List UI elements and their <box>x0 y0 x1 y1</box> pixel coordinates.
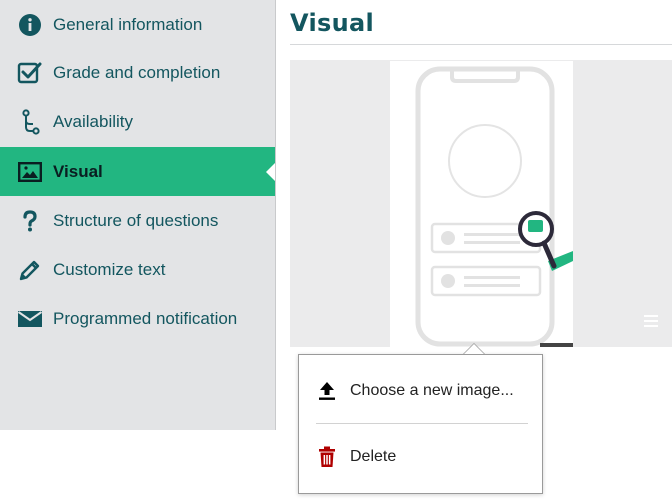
upload-icon <box>316 380 338 402</box>
question-mark-icon <box>17 208 43 234</box>
menu-item-label: Delete <box>350 448 397 465</box>
checkbox-check-icon <box>17 60 43 86</box>
sidebar-item-label: Programmed notification <box>53 308 238 328</box>
page: General information Grade and completion… <box>0 0 672 499</box>
menu-divider <box>316 423 528 424</box>
sidebar-item-customize-text[interactable]: Customize text <box>0 245 275 294</box>
image-preview-area[interactable] <box>290 60 672 347</box>
sidebar-item-structure-of-questions[interactable]: Structure of questions <box>0 196 275 245</box>
trash-icon <box>316 446 338 468</box>
sidebar-item-label: Availability <box>53 111 134 131</box>
page-title: Visual <box>290 9 374 37</box>
info-circle-icon <box>17 12 43 38</box>
hamburger-menu-icon[interactable] <box>644 315 658 327</box>
title-divider <box>290 44 672 45</box>
pencil-icon <box>17 257 43 283</box>
sidebar-item-label: Visual <box>53 161 103 181</box>
envelope-icon <box>17 306 43 332</box>
sidebar-item-visual[interactable]: Visual <box>0 147 275 196</box>
choose-new-image-button[interactable]: Choose a new image... <box>299 363 542 419</box>
image-icon <box>17 159 43 185</box>
visual-image <box>390 61 573 347</box>
sidebar-item-programmed-notification[interactable]: Programmed notification <box>0 294 275 343</box>
delete-button[interactable]: Delete <box>299 429 542 485</box>
sidebar-item-label: Structure of questions <box>53 210 219 230</box>
sidebar-item-label: Grade and completion <box>53 62 221 82</box>
branch-icon <box>17 108 43 135</box>
menu-item-label: Choose a new image... <box>350 382 514 399</box>
sidebar: General information Grade and completion… <box>0 0 276 430</box>
sidebar-item-availability[interactable]: Availability <box>0 97 275 146</box>
phone-illustration <box>390 61 573 347</box>
sidebar-item-label: Customize text <box>53 259 166 279</box>
sidebar-item-grade-and-completion[interactable]: Grade and completion <box>0 48 275 97</box>
image-context-menu: Choose a new image... Delete <box>298 354 543 494</box>
sidebar-item-label: General information <box>53 14 203 34</box>
sidebar-item-general-information[interactable]: General information <box>0 0 275 49</box>
